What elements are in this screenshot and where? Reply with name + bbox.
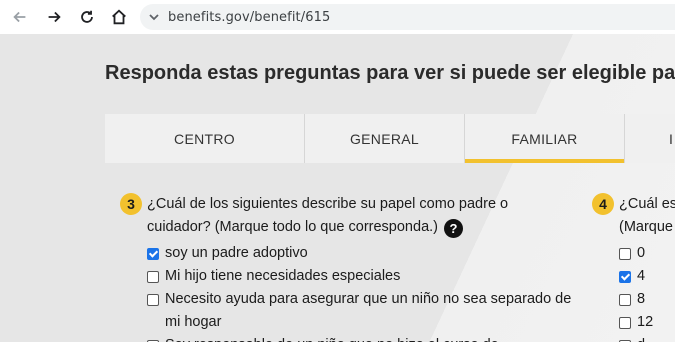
option-label: mi hogar (165, 314, 222, 330)
option-count-8[interactable]: 8 (619, 288, 645, 311)
reload-icon[interactable] (75, 5, 99, 29)
option-label: d (637, 334, 645, 342)
tab-bar: CENTRO GENERAL FAMILIAR I (105, 114, 675, 163)
option-count-more[interactable]: d (619, 334, 645, 342)
tab-next[interactable]: I (625, 114, 675, 163)
option-label: Mi hijo tiene necesidades especiales (165, 268, 401, 284)
option-count-0[interactable]: 0 (619, 242, 645, 265)
option-label: 4 (637, 268, 646, 284)
url-text[interactable]: benefits.gov/benefit/615 (168, 10, 330, 25)
question-3-text: ¿Cuál de los siguientes describe su pape… (147, 193, 508, 239)
option-label: 0 (637, 245, 646, 261)
page-content: Responda estas preguntas para ver si pue… (0, 34, 675, 342)
checkbox-checked[interactable] (619, 271, 631, 283)
home-icon[interactable] (107, 5, 131, 29)
option-prevent-separation[interactable]: Necesito ayuda para asegurar que un niño… (147, 288, 571, 311)
option-special-needs[interactable]: Mi hijo tiene necesidades especiales (147, 265, 400, 288)
checkbox[interactable] (619, 294, 631, 306)
page-title: Responda estas preguntas para ver si pue… (105, 62, 675, 84)
question-4-text: ¿Cuál es (Marque (619, 193, 675, 239)
option-label: Soy responsable de un niño que no hizo e… (165, 334, 511, 342)
option-adoptive-parent[interactable]: soy un padre adoptivo (147, 242, 308, 265)
chevron-down-icon[interactable] (140, 4, 168, 30)
checkbox[interactable] (147, 294, 159, 306)
option-count-4[interactable]: 4 (619, 265, 645, 288)
question-3-line-2: cuidador? (Marque todo lo que correspond… (147, 216, 508, 239)
question-4-line-1: ¿Cuál es (619, 196, 675, 212)
checkbox[interactable] (619, 248, 631, 260)
tab-familiar[interactable]: FAMILIAR (465, 114, 625, 163)
option-count-12[interactable]: 12 (619, 311, 653, 334)
back-arrow-icon[interactable] (8, 5, 32, 29)
forward-arrow-icon[interactable] (42, 5, 66, 29)
address-bar[interactable]: benefits.gov/benefit/615 (140, 4, 675, 30)
checkbox[interactable] (619, 317, 631, 329)
checkbox-checked[interactable] (147, 248, 159, 260)
question-number-badge: 3 (120, 193, 142, 215)
help-icon[interactable]: ? (443, 219, 463, 238)
option-label: 8 (637, 291, 646, 307)
browser-toolbar: benefits.gov/benefit/615 (0, 0, 675, 34)
tab-centro[interactable]: CENTRO (105, 114, 305, 163)
question-number-badge: 4 (592, 193, 614, 215)
option-label: 12 (637, 314, 654, 330)
option-label: Necesito ayuda para asegurar que un niño… (165, 291, 572, 307)
checkbox[interactable] (147, 271, 159, 283)
question-4-line-2: (Marque (619, 219, 673, 235)
option-responsible-child[interactable]: Soy responsable de un niño que no hizo e… (147, 334, 511, 342)
option-label: soy un padre adoptivo (165, 245, 308, 261)
question-3-line-1: ¿Cuál de los siguientes describe su pape… (147, 196, 509, 212)
option-prevent-separation-cont: mi hogar (165, 311, 221, 334)
tab-general[interactable]: GENERAL (305, 114, 465, 163)
